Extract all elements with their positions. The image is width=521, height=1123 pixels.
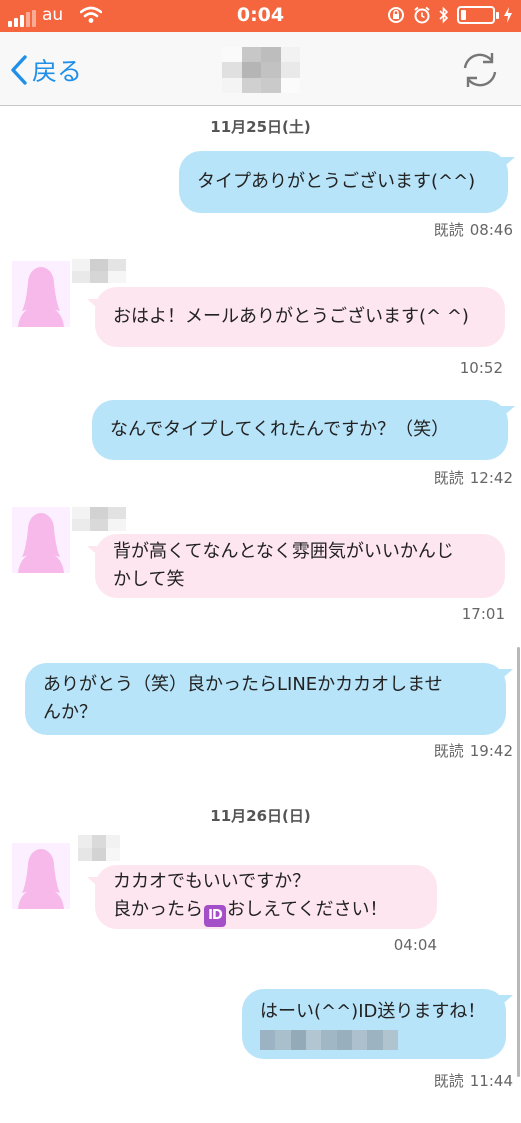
sender-name-redacted	[72, 507, 126, 531]
message-text: はーい(^^)ID送りますね！	[260, 1001, 486, 1022]
message-meta: 既読 08:46	[434, 219, 513, 240]
refresh-icon[interactable]	[459, 50, 501, 90]
battery-icon	[457, 6, 499, 24]
read-receipt: 既読	[433, 742, 464, 760]
redacted-id	[260, 1030, 398, 1050]
message-text-line: 背が高くてなんとなく雰囲気がいいかんじ	[113, 541, 454, 562]
message-text: なんでタイプしてくれたんですか？（笑）	[110, 419, 450, 440]
nav-bar: 戻る	[0, 32, 521, 106]
rotation-lock-icon	[388, 7, 404, 23]
message-bubble-outgoing[interactable]: タイプありがとうございます(^^)	[179, 151, 515, 213]
message-text-line: カカオでもいいですか？	[113, 870, 311, 892]
date-separator: 11月25日(土)	[210, 118, 311, 136]
back-label: 戻る	[32, 57, 83, 86]
message-time: 11:44	[469, 1072, 513, 1090]
message-time: 08:46	[469, 221, 513, 239]
message-bubble-incoming[interactable]: カカオでもいいですか？ 良かったら ID おしえてください！	[87, 865, 437, 929]
date-separator: 11月26日(日)	[210, 807, 311, 825]
message-bubble-outgoing[interactable]: ありがとう（笑）良かったらLINEかカカオしませ んか？	[25, 663, 513, 735]
message-text-line: んか？	[43, 702, 97, 723]
message-text: タイプありがとうございます(^^)	[197, 171, 476, 192]
alarm-icon	[414, 6, 430, 24]
bluetooth-icon	[439, 6, 449, 24]
chevron-left-icon	[11, 55, 27, 85]
sender-name-redacted	[78, 835, 120, 861]
person-silhouette-icon	[18, 849, 64, 909]
message-meta: 既読 11:44	[434, 1070, 513, 1091]
message-time: 12:42	[469, 469, 513, 487]
message-meta: 既読 12:42	[434, 467, 513, 488]
back-button[interactable]: 戻る	[10, 52, 82, 88]
person-silhouette-icon	[18, 513, 64, 573]
id-emoji-icon: ID	[204, 904, 226, 927]
message-bubble-incoming[interactable]: おはよ！メールありがとうございます(^ ^)	[87, 287, 505, 347]
message-time: 17:01	[461, 605, 505, 623]
message-text: おはよ！メールありがとうございます(^ ^)	[113, 306, 469, 327]
message-time: 10:52	[459, 359, 503, 377]
sender-name-redacted	[72, 259, 126, 283]
avatar[interactable]	[12, 507, 70, 573]
avatar[interactable]	[12, 843, 70, 909]
charging-icon	[504, 7, 512, 23]
chat-area[interactable]: 11月25日(土) タイプありがとうございます(^^) 既読 08:46 おはよ！…	[0, 107, 521, 1123]
message-bubble-incoming[interactable]: 背が高くてなんとなく雰囲気がいいかんじ かして笑	[87, 534, 505, 598]
contact-name-redacted	[222, 47, 300, 93]
message-bubble-outgoing[interactable]: なんでタイプしてくれたんですか？（笑）	[92, 400, 515, 460]
read-receipt: 既読	[433, 221, 464, 239]
message-time: 04:04	[393, 936, 437, 954]
message-text-line: かして笑	[113, 569, 185, 590]
person-silhouette-icon	[18, 267, 64, 327]
message-bubble-outgoing[interactable]: はーい(^^)ID送りますね！	[242, 989, 513, 1059]
scrollbar[interactable]	[517, 647, 520, 1077]
status-bar: au 0:04	[0, 0, 521, 32]
read-receipt: 既読	[433, 469, 464, 487]
message-text-line: 良かったら ID おしえてください！	[113, 896, 419, 927]
read-receipt: 既読	[433, 1072, 464, 1090]
message-meta: 既読 19:42	[434, 740, 513, 761]
message-time: 19:42	[469, 742, 513, 760]
message-text-line: ありがとう（笑）良かったらLINEかカカオしませ	[43, 674, 443, 695]
avatar[interactable]	[12, 261, 70, 327]
